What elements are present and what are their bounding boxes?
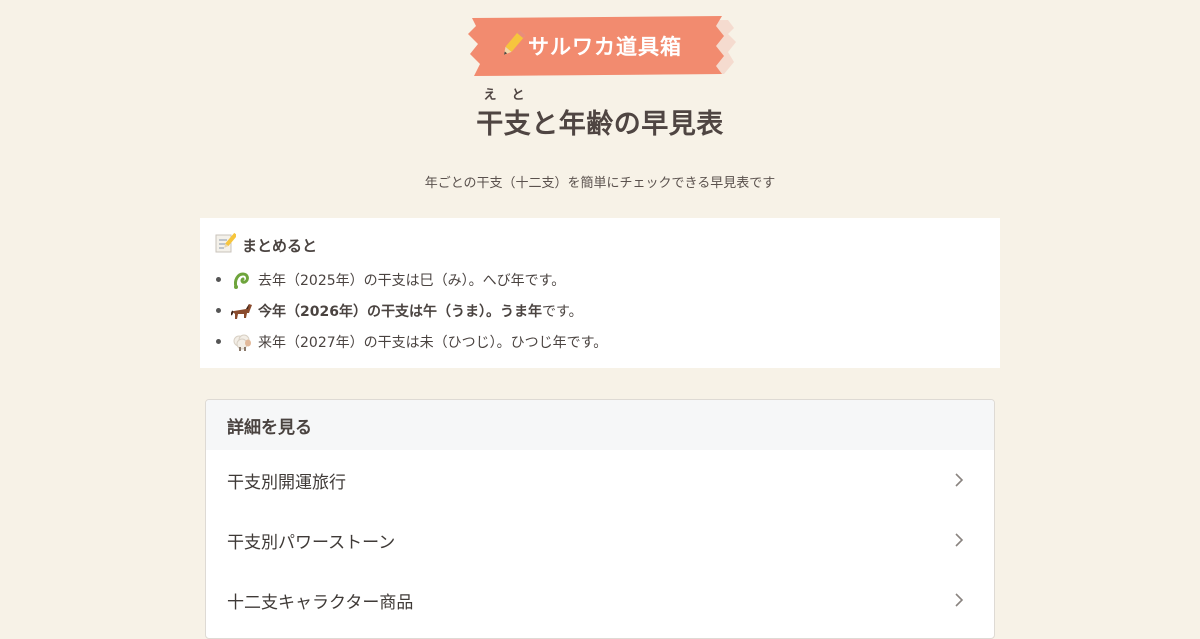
summary-card: まとめると 去年（2025年）の干支は巳（み）。へび年です。 今年（2026年）…: [200, 218, 1000, 368]
summary-item-next-year: 来年（2027年）の干支は未（ひつじ）。ひつじ年です。: [216, 326, 986, 357]
page-title-text: 干支と年齢の早見表: [476, 109, 724, 140]
detail-link-travel[interactable]: 干支別開運旅行: [206, 450, 994, 510]
title-block: え と 干支と年齢の早見表: [0, 88, 1200, 141]
summary-heading-text: まとめると: [242, 236, 318, 255]
horse-icon: [231, 301, 253, 321]
detail-link-label: 十二支キャラクター商品: [227, 592, 414, 613]
sheep-icon: [231, 332, 253, 352]
bullet-icon: [216, 339, 221, 344]
chevron-right-icon: [954, 532, 964, 548]
summary-item-text: 去年（2025年）の干支は巳（み）。へび年です。: [258, 272, 566, 289]
snake-icon: [231, 270, 253, 290]
detail-link-power-stone[interactable]: 干支別パワーストーン: [206, 510, 994, 570]
ruby-to: と: [511, 88, 525, 103]
memo-icon: [214, 232, 238, 258]
bullet-icon: [216, 277, 221, 282]
summary-list: 去年（2025年）の干支は巳（み）。へび年です。 今年（2026年）の干支は午（…: [214, 264, 986, 357]
chevron-right-icon: [954, 472, 964, 488]
summary-item-this-year: 今年（2026年）の干支は午（うま）。うま年 です。: [216, 295, 986, 326]
summary-item-last-year: 去年（2025年）の干支は巳（み）。へび年です。: [216, 264, 986, 295]
summary-item-text: 来年（2027年）の干支は未（ひつじ）。ひつじ年です。: [258, 334, 608, 351]
details-heading: 詳細を見る: [206, 400, 994, 450]
site-logo[interactable]: サルワカ道具箱: [466, 16, 736, 80]
detail-link-character-goods[interactable]: 十二支キャラクター商品: [206, 570, 994, 630]
chevron-right-icon: [954, 592, 964, 608]
page-subtitle: 年ごとの干支（十二支）を簡単にチェックできる早見表です: [424, 176, 776, 191]
bullet-icon: [216, 308, 221, 313]
summary-item-text-bold: 今年（2026年）の干支は午（うま）。うま年: [258, 303, 542, 320]
detail-link-label: 干支別パワーストーン: [227, 532, 396, 553]
summary-item-text-rest: です。: [541, 303, 583, 320]
logo-text: サルワカ道具箱: [528, 35, 682, 59]
page-title: え と 干支と年齢の早見表: [476, 88, 724, 141]
detail-link-label: 干支別開運旅行: [227, 472, 346, 493]
summary-heading: まとめると: [214, 232, 986, 258]
title-ruby: え と: [476, 84, 532, 103]
details-panel: 詳細を見る 干支別開運旅行 干支別パワーストーン 十二支キャラクター商品: [205, 399, 995, 639]
ruby-e: え: [483, 88, 497, 103]
